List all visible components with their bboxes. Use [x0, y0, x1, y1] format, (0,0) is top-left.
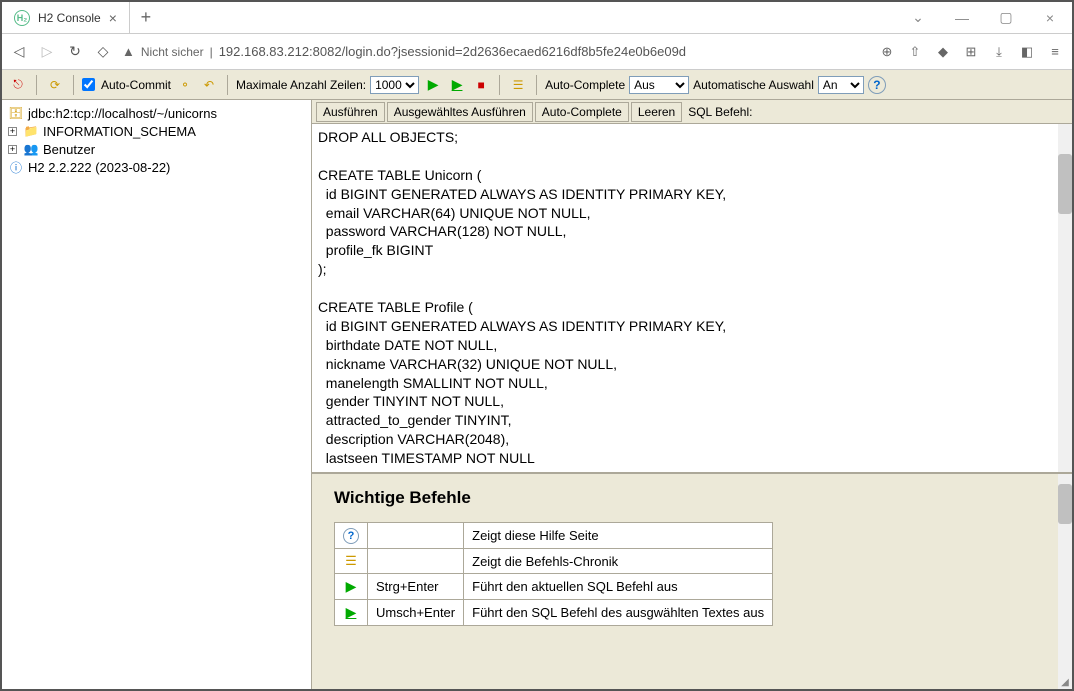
clear-button[interactable]: Leeren [631, 102, 682, 122]
nav-back-icon[interactable]: ◁ [10, 43, 28, 61]
rollback-icon[interactable]: ↶ [199, 75, 219, 95]
window-close-icon[interactable]: × [1028, 2, 1072, 33]
h2-toolbar: ⎋ ⟳ Auto-Commit ⚬ ↶ Maximale Anzahl Zeil… [2, 70, 1072, 100]
nav-reload-icon[interactable]: ↻ [66, 43, 84, 61]
table-row: ▶Umsch+EnterFührt den SQL Befehl des aus… [335, 600, 773, 626]
browser-tab[interactable]: H₂ H2 Console × [2, 2, 130, 33]
cmd-desc: Führt den aktuellen SQL Befehl aus [464, 574, 773, 600]
auto-complete-button[interactable]: Auto-Complete [535, 102, 629, 122]
max-rows-select[interactable]: 1000 [370, 76, 419, 94]
users-label: Benutzer [43, 142, 95, 157]
table-row: ☰ Zeigt die Befehls-Chronik [335, 549, 773, 574]
browser-titlebar: H₂ H2 Console × + ⌄ — ▢ × [2, 2, 1072, 34]
tab-close-icon[interactable]: × [109, 10, 117, 26]
auto-commit-label: Auto-Commit [101, 78, 171, 92]
cmd-desc: Führt den SQL Befehl des ausgwählten Tex… [464, 600, 773, 626]
editor-scroll-thumb[interactable] [1058, 154, 1072, 214]
tree-jdbc-url[interactable]: 🗄 jdbc:h2:tcp://localhost/~/unicorns [8, 104, 305, 122]
nav-forward-icon[interactable]: ▷ [38, 43, 56, 61]
run-selected-button[interactable]: Ausgewähltes Ausführen [387, 102, 533, 122]
main-area: Ausführen Ausgewähltes Ausführen Auto-Co… [312, 100, 1072, 689]
url-text: 192.168.83.212:8082/login.do?jsessionid=… [219, 44, 686, 59]
window-chevron-icon[interactable]: ⌄ [896, 2, 940, 33]
cmd-icon: ? [335, 523, 368, 549]
extensions-icon[interactable]: ⊞ [962, 43, 980, 61]
disconnect-icon[interactable]: ⎋ [8, 75, 28, 95]
commit-icon[interactable]: ⚬ [175, 75, 195, 95]
auto-auswahl-select[interactable]: An [818, 76, 864, 94]
cmd-key [368, 523, 464, 549]
sql-button-bar: Ausführen Ausgewähltes Ausführen Auto-Co… [312, 100, 1072, 124]
table-row: ▶Strg+EnterFührt den aktuellen SQL Befeh… [335, 574, 773, 600]
window-buttons: ⌄ — ▢ × [896, 2, 1072, 33]
cmd-key: Strg+Enter [368, 574, 464, 600]
sql-label: SQL Befehl: [688, 105, 752, 119]
tab-title: H2 Console [38, 11, 101, 25]
security-label: Nicht sicher [141, 45, 204, 59]
jdbc-label: jdbc:h2:tcp://localhost/~/unicorns [28, 106, 217, 121]
auto-commit-checkbox[interactable] [82, 78, 95, 91]
cmd-desc: Zeigt diese Hilfe Seite [464, 523, 773, 549]
table-row: ? Zeigt diese Hilfe Seite [335, 523, 773, 549]
cmd-icon: ▶ [335, 574, 368, 600]
resize-handle-icon[interactable]: ◢ [1058, 675, 1072, 689]
address-bar: ◁ ▷ ↻ ◇ ▲ Nicht sicher | 192.168.83.212:… [2, 34, 1072, 70]
h2-favicon-icon: H₂ [14, 10, 30, 26]
brave-shield-icon[interactable]: ◆ [934, 43, 952, 61]
sidebar-toggle-icon[interactable]: ◧ [1018, 43, 1036, 61]
max-rows-label: Maximale Anzahl Zeilen: [236, 78, 366, 92]
cmd-key [368, 549, 464, 574]
schema-label: INFORMATION_SCHEMA [43, 124, 196, 139]
expand-icon[interactable]: + [8, 127, 17, 136]
auto-auswahl-label: Automatische Auswahl [693, 78, 814, 92]
nav-bookmark-icon[interactable]: ◇ [94, 43, 112, 61]
version-label: H2 2.2.222 (2023-08-22) [28, 160, 170, 175]
menu-icon[interactable]: ≡ [1046, 43, 1064, 61]
zoom-icon[interactable]: ⊕ [878, 43, 896, 61]
stop-icon[interactable]: ■ [471, 75, 491, 95]
sql-editor-wrap [312, 124, 1072, 474]
new-tab-button[interactable]: + [130, 2, 162, 33]
expand-icon[interactable]: + [8, 145, 17, 154]
sql-editor[interactable] [312, 124, 1072, 472]
info-icon: ⓘ [8, 159, 24, 175]
download-icon[interactable]: ⤓ [990, 43, 1008, 61]
cmd-icon: ▶ [335, 600, 368, 626]
refresh-icon[interactable]: ⟳ [45, 75, 65, 95]
cmd-key: Umsch+Enter [368, 600, 464, 626]
window-maximize-icon[interactable]: ▢ [984, 2, 1028, 33]
commands-table: ? Zeigt diese Hilfe Seite ☰ Zeigt die Befeh… [334, 522, 773, 626]
window-minimize-icon[interactable]: — [940, 2, 984, 33]
help-icon[interactable]: ? [868, 76, 886, 94]
insecure-icon: ▲ [122, 44, 135, 59]
auto-complete-label: Auto-Complete [545, 78, 625, 92]
tree-schema[interactable]: + 📁 INFORMATION_SCHEMA [8, 122, 305, 140]
run-selected-icon[interactable]: ▶ [447, 75, 467, 95]
results-heading: Wichtige Befehle [334, 488, 1050, 508]
results-panel: Wichtige Befehle ? Zeigt diese Hilfe Seit… [312, 474, 1072, 689]
folder-icon: 📁 [23, 123, 39, 139]
cmd-icon: ☰ [335, 549, 368, 574]
run-button[interactable]: Ausführen [316, 102, 385, 122]
share-icon[interactable]: ⇧ [906, 43, 924, 61]
run-icon[interactable]: ▶ [423, 75, 443, 95]
auto-complete-select[interactable]: Aus [629, 76, 689, 94]
history-icon[interactable]: ☰ [508, 75, 528, 95]
database-icon: 🗄 [8, 105, 24, 121]
tree-users[interactable]: + 👥 Benutzer [8, 140, 305, 158]
cmd-desc: Zeigt die Befehls-Chronik [464, 549, 773, 574]
db-tree: 🗄 jdbc:h2:tcp://localhost/~/unicorns + 📁… [2, 100, 312, 689]
users-icon: 👥 [23, 141, 39, 157]
tree-version[interactable]: ⓘ H2 2.2.222 (2023-08-22) [8, 158, 305, 176]
results-scroll-thumb[interactable] [1058, 484, 1072, 524]
url-area[interactable]: ▲ Nicht sicher | 192.168.83.212:8082/log… [122, 44, 868, 59]
workspace: 🗄 jdbc:h2:tcp://localhost/~/unicorns + 📁… [2, 100, 1072, 689]
